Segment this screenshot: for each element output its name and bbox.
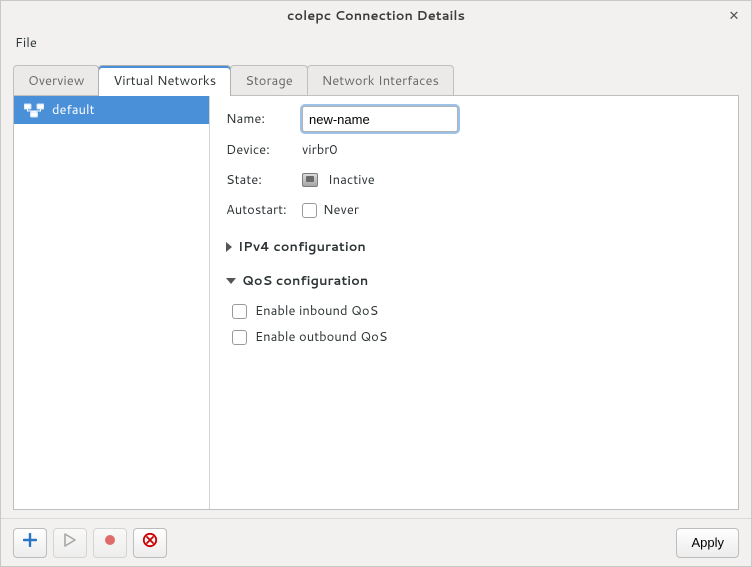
menu-file[interactable]: File xyxy=(7,32,45,54)
row-state: State: Inactive xyxy=(226,168,724,192)
label-autostart: Autostart: xyxy=(226,201,296,219)
network-details: Name: Device: virbr0 State: Inactive Aut… xyxy=(210,96,738,509)
row-autostart: Autostart: Never xyxy=(226,198,724,222)
row-name: Name: xyxy=(226,106,724,132)
tab-label: Overview xyxy=(28,72,84,90)
monitor-icon xyxy=(302,173,318,187)
expander-qos[interactable]: QoS configuration xyxy=(226,272,724,290)
bottom-toolbar: Apply xyxy=(1,518,751,566)
network-list: default xyxy=(14,96,210,509)
apply-label: Apply xyxy=(691,535,724,550)
expander-ipv4[interactable]: IPv4 configuration xyxy=(226,238,724,256)
cancel-icon xyxy=(142,532,158,553)
qos-inbound-label: Enable inbound QoS xyxy=(255,302,378,320)
tabs: Overview Virtual Networks Storage Networ… xyxy=(1,55,751,96)
window-title: colepc Connection Details xyxy=(287,7,465,25)
expander-ipv4-label: IPv4 configuration xyxy=(238,238,366,256)
tab-virtual-networks[interactable]: Virtual Networks xyxy=(98,65,231,96)
tab-panel-virtual-networks: default Name: Device: virbr0 State: Inac… xyxy=(13,96,739,510)
connection-details-window: colepc Connection Details ✕ File Overvie… xyxy=(0,0,752,567)
network-list-scroll[interactable]: default xyxy=(14,96,209,509)
record-icon xyxy=(103,533,117,552)
add-network-button[interactable] xyxy=(13,528,47,558)
delete-network-button[interactable] xyxy=(133,528,167,558)
label-name: Name: xyxy=(226,110,296,128)
tab-overview[interactable]: Overview xyxy=(13,65,99,96)
toolbar-left xyxy=(13,528,167,558)
qos-outbound-checkbox[interactable] xyxy=(232,330,247,345)
qos-inbound-row[interactable]: Enable inbound QoS xyxy=(232,302,724,320)
tab-label: Virtual Networks xyxy=(113,72,216,90)
plus-icon xyxy=(23,533,37,552)
label-state: State: xyxy=(226,171,296,189)
network-item-default[interactable]: default xyxy=(14,96,209,124)
qos-outbound-label: Enable outbound QoS xyxy=(255,328,388,346)
chevron-down-icon xyxy=(226,278,236,284)
row-device: Device: virbr0 xyxy=(226,138,724,162)
start-network-button[interactable] xyxy=(53,528,87,558)
apply-button[interactable]: Apply xyxy=(676,528,739,558)
network-icon xyxy=(24,102,44,118)
tab-label: Network Interfaces xyxy=(322,72,439,90)
value-state: Inactive xyxy=(328,171,375,189)
network-item-label: default xyxy=(52,101,95,119)
label-device: Device: xyxy=(226,141,296,159)
qos-inbound-checkbox[interactable] xyxy=(232,304,247,319)
stop-network-button[interactable] xyxy=(93,528,127,558)
value-device: virbr0 xyxy=(302,141,338,159)
play-icon xyxy=(64,533,76,552)
titlebar: colepc Connection Details ✕ xyxy=(1,1,751,31)
autostart-checkbox[interactable] xyxy=(302,203,317,218)
qos-outbound-row[interactable]: Enable outbound QoS xyxy=(232,328,724,346)
menubar: File xyxy=(1,31,751,55)
name-input[interactable] xyxy=(302,106,458,132)
value-autostart: Never xyxy=(323,201,359,219)
tab-network-interfaces[interactable]: Network Interfaces xyxy=(307,65,454,96)
expander-qos-label: QoS configuration xyxy=(242,272,368,290)
tab-storage[interactable]: Storage xyxy=(230,65,308,96)
chevron-right-icon xyxy=(226,242,232,252)
tab-label: Storage xyxy=(245,72,293,90)
qos-body: Enable inbound QoS Enable outbound QoS xyxy=(226,302,724,346)
close-icon[interactable]: ✕ xyxy=(725,7,743,25)
